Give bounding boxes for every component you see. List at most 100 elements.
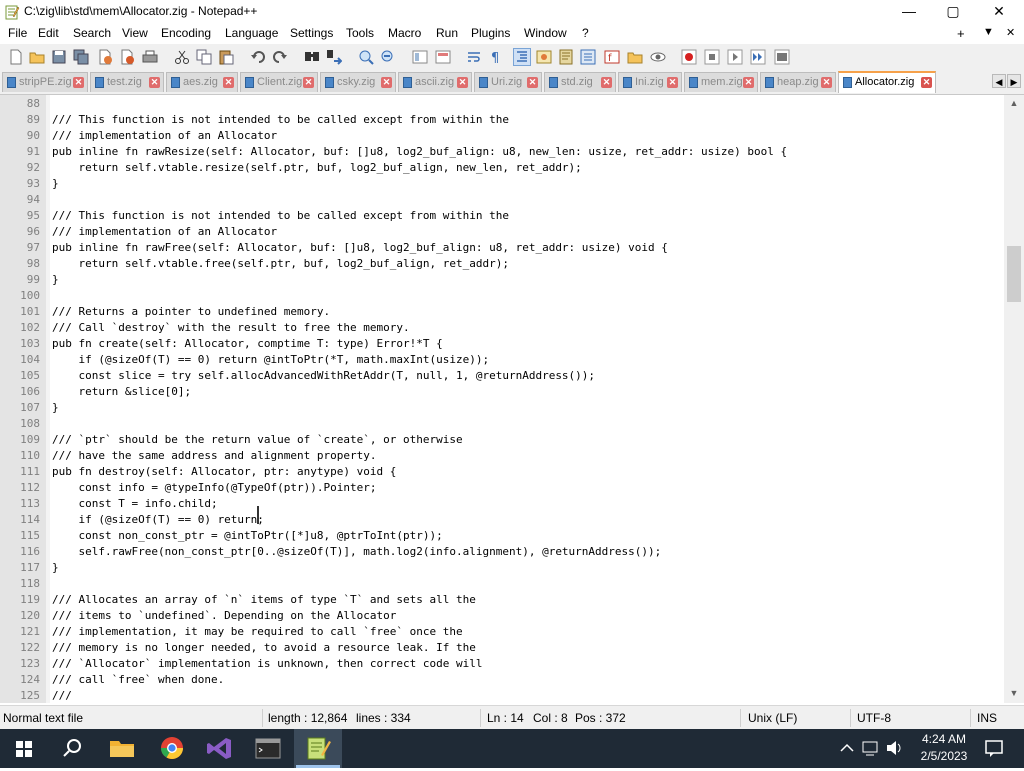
play-macro-icon[interactable] — [727, 49, 743, 65]
code-line[interactable]: 101 /// Returns a pointer to undefined me… — [0, 304, 1004, 320]
code-line[interactable]: 120 /// items to `undefined`. Depending o… — [0, 608, 1004, 624]
code-line[interactable]: 97 pub inline fn rawFree(self: Allocator,… — [0, 240, 1004, 256]
code-line[interactable]: 118 — [0, 576, 1004, 592]
scroll-down-arrow-icon[interactable]: ▼ — [1004, 685, 1024, 701]
code-line[interactable]: 117} — [0, 560, 1004, 576]
tab-strippe-zig[interactable]: stripPE.zig ✕ — [2, 72, 88, 92]
code-line[interactable]: 94 — [0, 192, 1004, 208]
status-encoding[interactable]: UTF-8 — [857, 711, 891, 725]
zoom-out-icon[interactable] — [380, 49, 396, 65]
tab-client-zig[interactable]: Client.zig ✕ — [240, 72, 318, 92]
status-eol-format[interactable]: Unix (LF) — [748, 711, 797, 725]
file-explorer-icon[interactable] — [98, 729, 146, 768]
tab-close-icon[interactable]: ✕ — [149, 77, 160, 88]
tab-close-icon[interactable]: ✕ — [223, 77, 234, 88]
find-icon[interactable] — [304, 49, 320, 65]
save-all-icon[interactable] — [73, 49, 89, 65]
new-file-icon[interactable] — [8, 49, 24, 65]
show-hidden-icons-icon[interactable] — [836, 729, 858, 768]
code-line[interactable]: 96 /// implementation of an Allocator — [0, 224, 1004, 240]
stop-record-icon[interactable] — [704, 49, 720, 65]
word-wrap-icon[interactable] — [466, 49, 482, 65]
code-line[interactable]: 112 const info = @typeInfo(@TypeOf(ptr))… — [0, 480, 1004, 496]
tab-close-icon[interactable]: ✕ — [601, 77, 612, 88]
monitor-icon[interactable] — [650, 49, 666, 65]
tab-close-icon[interactable]: ✕ — [921, 77, 932, 88]
code-line[interactable]: 88 — [0, 96, 1004, 112]
search-icon[interactable] — [48, 729, 96, 768]
tab-close-icon[interactable]: ✕ — [743, 77, 754, 88]
run-multiple-icon[interactable] — [750, 49, 766, 65]
scroll-up-arrow-icon[interactable]: ▲ — [1004, 95, 1024, 111]
print-icon[interactable] — [142, 49, 158, 65]
tab-uri-zig[interactable]: Uri.zig ✕ — [474, 72, 542, 92]
udl-icon[interactable] — [536, 49, 552, 65]
tab-close-icon[interactable]: ✕ — [667, 77, 678, 88]
clock[interactable]: 4:24 AM 2/5/2023 — [914, 729, 974, 768]
code-line[interactable]: 122 /// memory is no longer needed, to av… — [0, 640, 1004, 656]
code-line[interactable]: 119 /// Allocates an array of `n` items o… — [0, 592, 1004, 608]
close-button[interactable]: ✕ — [976, 0, 1022, 24]
tab-scroll-right-icon[interactable]: ▶ — [1007, 74, 1021, 88]
notifications-icon[interactable] — [982, 729, 1006, 768]
tab-close-icon[interactable]: ✕ — [303, 77, 314, 88]
code-line[interactable]: 109 /// `ptr` should be the return value … — [0, 432, 1004, 448]
maximize-button[interactable]: ▢ — [930, 0, 976, 24]
code-line[interactable]: 95 /// This function is not intended to b… — [0, 208, 1004, 224]
code-line[interactable]: 110 /// have the same address and alignme… — [0, 448, 1004, 464]
zoom-in-icon[interactable] — [358, 49, 374, 65]
code-line[interactable]: 98 return self.vtable.free(self.ptr, buf… — [0, 256, 1004, 272]
close-all-icon[interactable] — [119, 49, 135, 65]
folder-icon[interactable] — [627, 49, 643, 65]
tab-csky-zig[interactable]: csky.zig ✕ — [320, 72, 396, 92]
menu-edit[interactable]: Edit — [38, 26, 59, 40]
code-line[interactable]: 113 const T = info.child; — [0, 496, 1004, 512]
menu-plugins[interactable]: Plugins — [471, 26, 510, 40]
folder-as-workspace-icon[interactable]: f — [604, 49, 620, 65]
menu-encoding[interactable]: Encoding — [161, 26, 211, 40]
close-icon[interactable] — [97, 49, 113, 65]
code-line[interactable]: 107} — [0, 400, 1004, 416]
tab-close-icon[interactable]: ✕ — [457, 77, 468, 88]
tab-heap-zig[interactable]: heap.zig ✕ — [760, 72, 836, 92]
visual-studio-icon[interactable] — [196, 729, 244, 768]
code-line[interactable]: 93} — [0, 176, 1004, 192]
menu-tools[interactable]: Tools — [346, 26, 374, 40]
code-line[interactable]: 124 /// call `free` when done. — [0, 672, 1004, 688]
volume-icon[interactable] — [884, 729, 906, 768]
tab-close-icon[interactable]: ✕ — [821, 77, 832, 88]
code-line[interactable]: 90 /// implementation of an Allocator — [0, 128, 1004, 144]
undo-icon[interactable] — [250, 49, 266, 65]
replace-icon[interactable] — [326, 49, 342, 65]
code-line[interactable]: 104 if (@sizeOf(T) == 0) return @intToPt… — [0, 352, 1004, 368]
tab-mem-zig[interactable]: mem.zig ✕ — [684, 72, 758, 92]
scrollbar-thumb[interactable] — [1007, 246, 1021, 302]
tab-list-dropdown-icon[interactable]: ▼ — [983, 26, 994, 38]
code-line[interactable]: 125 /// — [0, 688, 1004, 703]
tab-test-zig[interactable]: test.zig ✕ — [90, 72, 164, 92]
code-line[interactable]: 114 if (@sizeOf(T) == 0) return; — [0, 512, 1004, 528]
sync-horizontal-icon[interactable] — [435, 49, 451, 65]
code-line[interactable]: 91 pub inline fn rawResize(self: Allocato… — [0, 144, 1004, 160]
tab-allocator-zig[interactable]: Allocator.zig ✕ — [838, 71, 936, 93]
sync-vertical-icon[interactable] — [412, 49, 428, 65]
menu-help[interactable]: ? — [582, 26, 589, 40]
menu-file[interactable]: File — [8, 26, 27, 40]
menu-settings[interactable]: Settings — [290, 26, 333, 40]
code-line[interactable]: 111 pub fn destroy(self: Allocator, ptr: … — [0, 464, 1004, 480]
taskbar-notepadpp-active[interactable] — [294, 729, 342, 768]
tab-aes-zig[interactable]: aes.zig ✕ — [166, 72, 238, 92]
tab-close-icon[interactable]: ✕ — [381, 77, 392, 88]
code-line[interactable]: 108 — [0, 416, 1004, 432]
code-line[interactable]: 123 /// `Allocator` implementation is unk… — [0, 656, 1004, 672]
save-icon[interactable] — [51, 49, 67, 65]
tab-close-icon[interactable]: ✕ — [73, 77, 84, 88]
windows-start-icon[interactable] — [0, 729, 48, 768]
indent-guide-icon[interactable] — [513, 48, 531, 66]
new-tab-plus-icon[interactable]: + — [957, 26, 965, 41]
code-line[interactable]: 99} — [0, 272, 1004, 288]
code-line[interactable]: 103 pub fn create(self: Allocator, compti… — [0, 336, 1004, 352]
code-line[interactable]: 89 /// This function is not intended to b… — [0, 112, 1004, 128]
code-editor[interactable]: 88 89 /// This function is not intended to… — [0, 95, 1004, 703]
save-macro-icon[interactable] — [774, 49, 790, 65]
